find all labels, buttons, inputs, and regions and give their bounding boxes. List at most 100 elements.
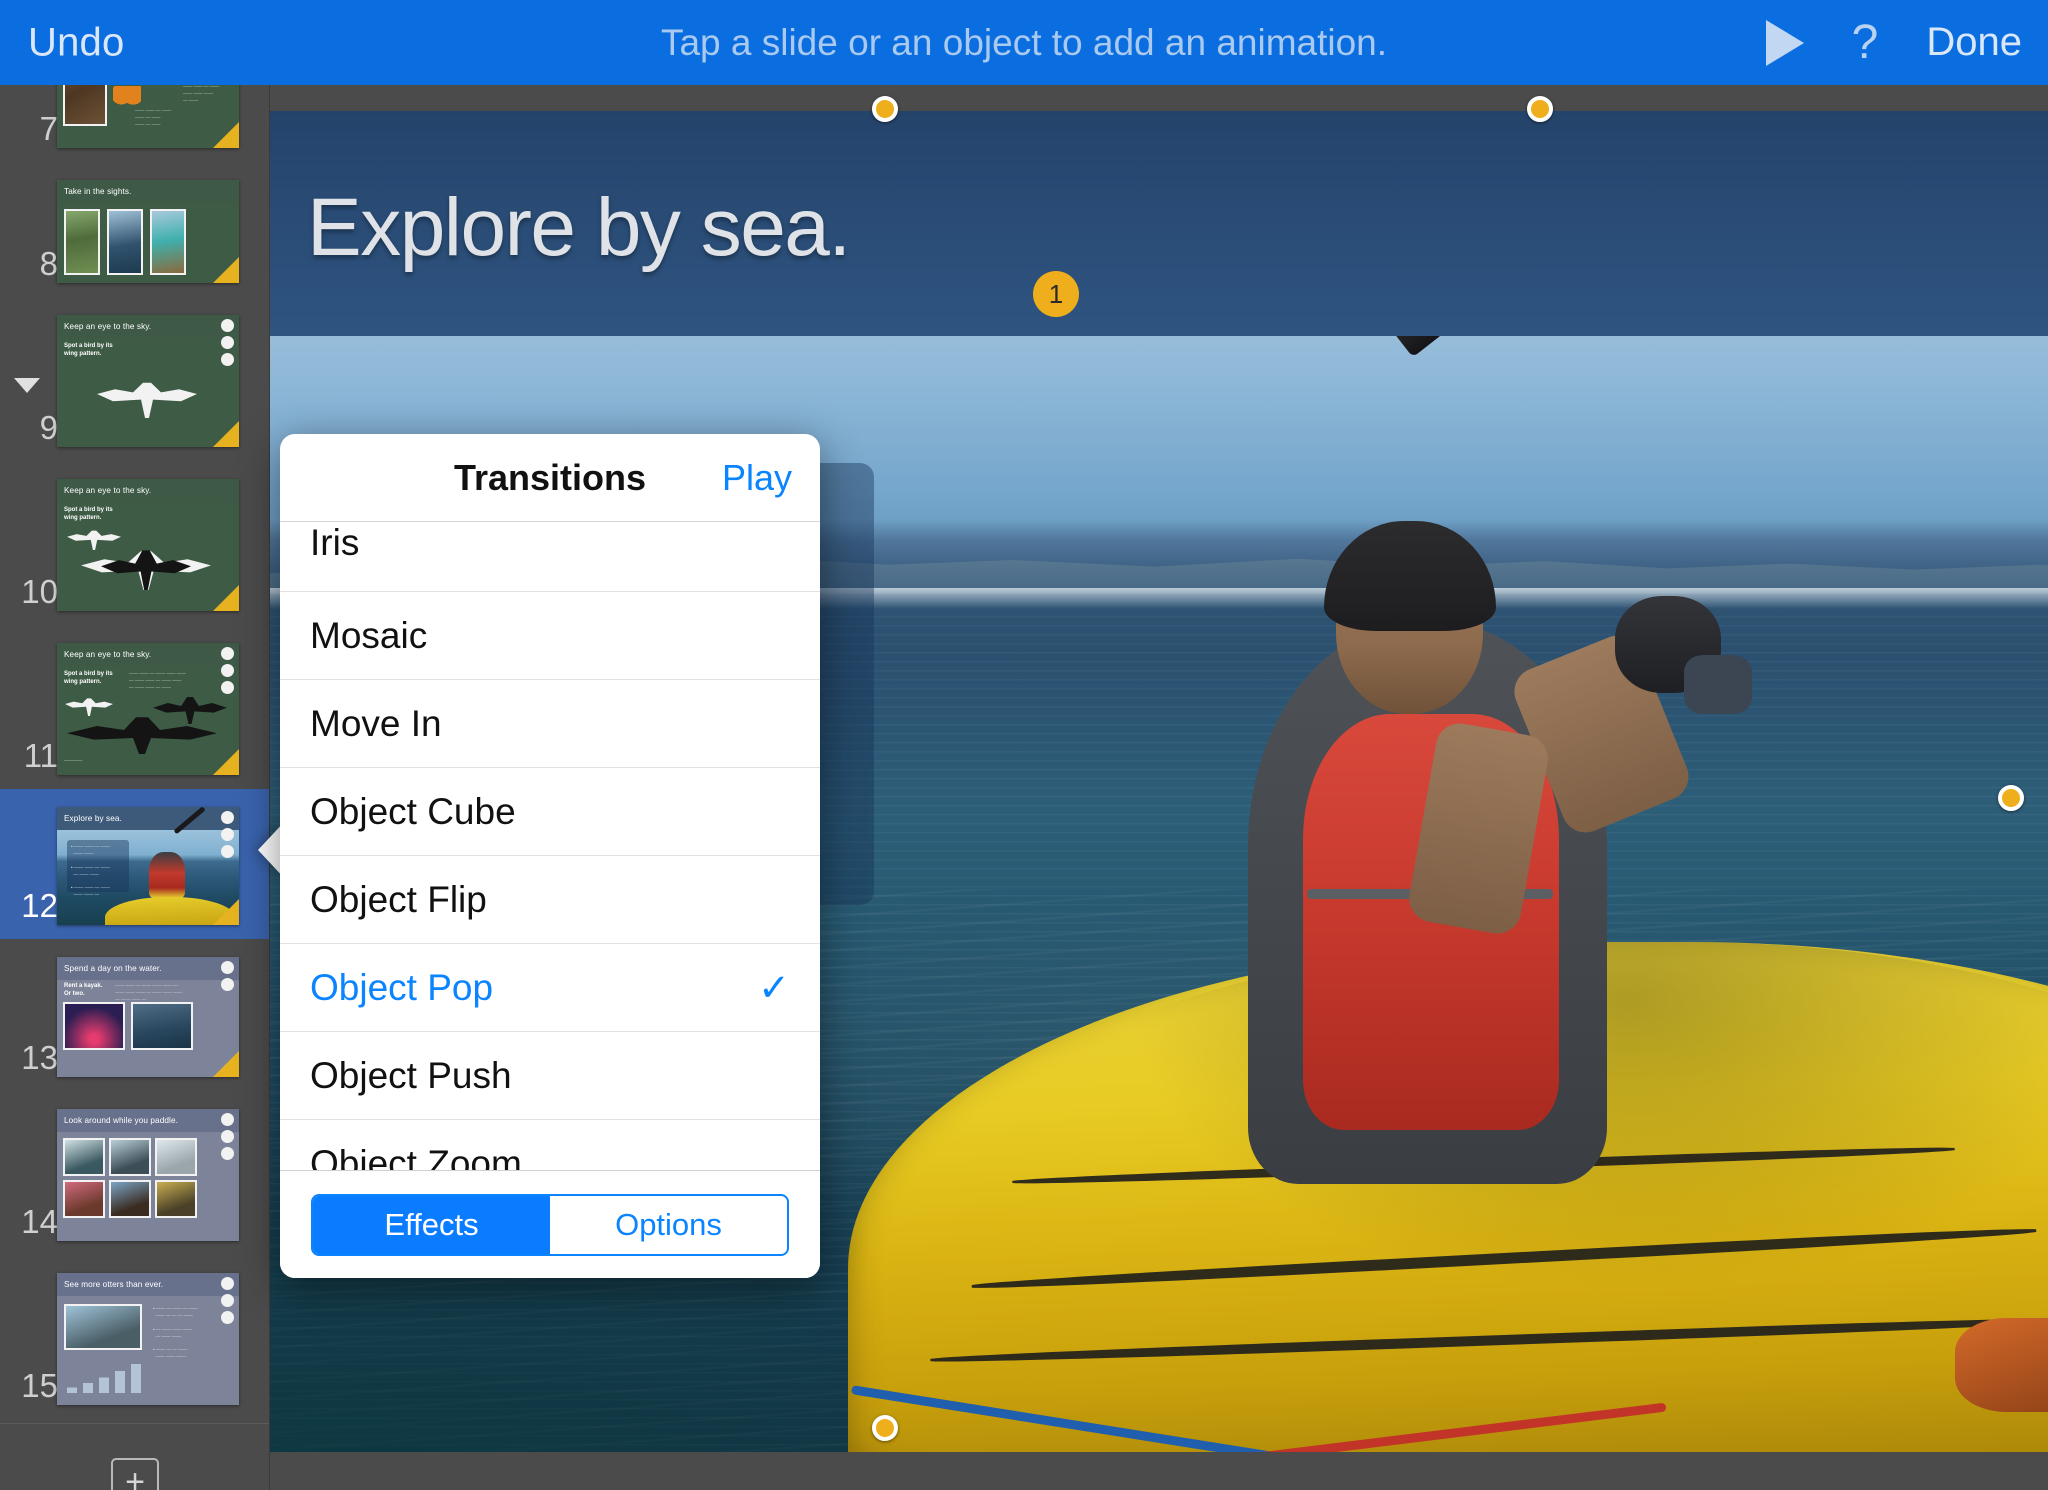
selection-handle-middle-right[interactable] — [1998, 785, 2024, 811]
thumb-body: —— — — — —— — — —— —— — — — —— —— — — — —— — — — — … — [57, 85, 239, 148]
slide-thumbnail[interactable]: Take in the sights. — [57, 180, 239, 283]
popover-footer: Effects Options — [280, 1170, 820, 1278]
list-item[interactable]: 14 Look around while you paddle. — [0, 1091, 269, 1255]
slide-thumbnail[interactable]: Explore by sea. • —— —— — —— —— —— • —— —… — [57, 807, 239, 925]
transitions-popover[interactable]: Transitions Play Iris Mosaic Move In Obj… — [280, 434, 820, 1278]
selection-handle-top-right[interactable] — [1527, 96, 1553, 122]
transition-item-object-zoom[interactable]: Object Zoom — [280, 1120, 820, 1171]
thumb-image — [107, 209, 143, 275]
transition-item-move-in[interactable]: Move In — [280, 680, 820, 768]
thumb-body: Spot a bird by its wing pattern. —— —— —… — [57, 666, 239, 775]
tab-effects[interactable]: Effects — [313, 1195, 550, 1254]
toolbar-right-group: ? Done — [1765, 18, 2022, 67]
checkmark-icon: ✓ — [758, 967, 790, 1009]
transitions-list[interactable]: Iris Mosaic Move In Object Cube Object F… — [280, 522, 820, 1170]
transition-item-mosaic[interactable]: Mosaic — [280, 592, 820, 680]
thumb-paragraph: • —— — —— — —— —— — — — —— • — —— —— —— —… — [153, 1306, 198, 1360]
transition-label: Iris — [310, 522, 360, 563]
transition-item-object-flip[interactable]: Object Flip — [280, 856, 820, 944]
slide-thumbnail[interactable]: Keep an eye to the sky. Spot a bird by i… — [57, 643, 239, 775]
list-item[interactable]: 11 Keep an eye to the sky. Spot a bird b… — [0, 625, 269, 789]
bird-silhouette-icon — [67, 530, 121, 550]
effects-options-segmented-control[interactable]: Effects Options — [311, 1193, 789, 1256]
toolbar-hint-text: Tap a slide or an object to add an anima… — [660, 21, 1388, 63]
list-item[interactable]: 7 —— — — — —— — — —— —— — — — —— —— — — — —— — — —… — [0, 85, 269, 162]
slide-number: 15 — [21, 1367, 58, 1404]
tab-options[interactable]: Options — [550, 1196, 787, 1254]
list-item[interactable]: 15 See more otters than ever. • —— — —— … — [0, 1255, 269, 1419]
thumb-paragraph: —— —— — —— —— —— — —— —— — —— —— — —— —— —… — [129, 671, 186, 690]
selection-handle-top-center[interactable] — [872, 96, 898, 122]
thumb-title: See more otters than ever. — [64, 1280, 164, 1289]
corner-fold-icon — [213, 257, 239, 283]
slide-number: 7 — [39, 110, 58, 147]
slide-thumbnail[interactable]: —— — — — —— — — —— —— — — — —— —— — — — —— — — — — … — [57, 85, 239, 148]
thumb-title: Keep an eye to the sky. — [64, 650, 152, 659]
slide-thumbnail[interactable]: Keep an eye to the sky. Spot a bird by i… — [57, 315, 239, 447]
transition-label: Object Push — [310, 1054, 512, 1096]
popover-title: Transitions — [453, 456, 647, 498]
slide-title[interactable]: Explore by sea. — [307, 181, 851, 275]
bird-silhouette-dark-icon — [153, 697, 227, 724]
slide-navigator[interactable]: 7 —— — — — —— — — —— —— — — — —— —— — — — —— — — —… — [0, 85, 270, 1490]
thumb-image — [64, 1304, 142, 1350]
thumb-subtitle: Spot a bird by its wing pattern. — [64, 671, 113, 686]
thumb-body: • —— — —— — —— —— — — — —— • — —— —— —— —… — [57, 1296, 239, 1405]
bird-silhouette-dark-icon — [101, 550, 191, 590]
corner-fold-icon — [213, 1051, 239, 1077]
thumb-image — [155, 1138, 197, 1176]
thumb-body — [57, 203, 239, 283]
slide-number: 14 — [21, 1203, 58, 1240]
thumb-body: • —— —— — —— —— —— • —— —— — —— — —— —— • … — [57, 807, 239, 925]
slide-thumbnail[interactable]: Keep an eye to the sky. Spot a bird by i… — [57, 479, 239, 611]
transition-item-iris[interactable]: Iris — [280, 522, 820, 592]
corner-fold-icon — [213, 585, 239, 611]
slide-number: 13 — [21, 1039, 58, 1076]
thumb-paragraph: • —— —— — —— —— —— • —— —— — —— — —— —— • … — [71, 844, 110, 898]
list-item-selected[interactable]: 12 Explore by sea. • —— —— — —— —— —— • —… — [0, 789, 269, 939]
transition-item-object-cube[interactable]: Object Cube — [280, 768, 820, 856]
slide-number: 11 — [23, 737, 58, 774]
thumb-image — [64, 209, 100, 275]
build-order-dots — [221, 1113, 234, 1160]
list-item[interactable]: 13 Spend a day on the water. Rent a kaya… — [0, 939, 269, 1091]
add-slide-area: + — [0, 1423, 269, 1490]
transition-item-object-pop[interactable]: Object Pop ✓ — [280, 944, 820, 1032]
transition-label: Move In — [310, 702, 442, 744]
question-mark-icon[interactable]: ? — [1852, 18, 1879, 67]
slide-thumbnail[interactable]: Spend a day on the water. Rent a kayak. … — [57, 957, 239, 1077]
play-triangle-icon[interactable] — [1765, 19, 1804, 66]
build-order-badge[interactable]: 1 — [1033, 271, 1079, 317]
bar-chart-icon — [67, 1363, 141, 1393]
thumb-image — [109, 1138, 151, 1176]
slide-thumbnail[interactable]: Look around while you paddle. — [57, 1109, 239, 1241]
build-order-dots — [221, 319, 234, 366]
thumb-title: Spend a day on the water. — [64, 964, 162, 973]
slide-number: 10 — [21, 573, 58, 610]
list-item[interactable]: 8 Take in the sights. — [0, 162, 269, 297]
slide-thumbnail[interactable]: See more otters than ever. • —— — —— — —… — [57, 1273, 239, 1405]
selection-handle-bottom-center[interactable] — [872, 1415, 898, 1441]
thumb-image — [109, 1180, 151, 1218]
thumb-image — [155, 1180, 197, 1218]
thumb-title: Keep an eye to the sky. — [64, 486, 152, 495]
slide-number: 8 — [39, 245, 58, 282]
corner-fold-icon — [213, 421, 239, 447]
add-slide-button[interactable]: + — [111, 1458, 159, 1490]
keynote-animation-editor: Undo Tap a slide or an object to add an … — [0, 0, 2048, 1490]
transition-item-object-push[interactable]: Object Push — [280, 1032, 820, 1120]
butterfly-icon — [113, 86, 141, 106]
popover-play-button[interactable]: Play — [722, 457, 792, 499]
thumb-body: Spot a bird by its wing pattern. — [57, 338, 239, 447]
collapse-triangle-icon[interactable] — [14, 378, 40, 393]
transition-label: Object Pop — [310, 966, 494, 1008]
top-toolbar: Undo Tap a slide or an object to add an … — [0, 0, 2048, 85]
thumb-title: Take in the sights. — [64, 187, 132, 196]
popover-header: Transitions Play — [280, 434, 820, 522]
done-button[interactable]: Done — [1926, 20, 2022, 65]
list-item[interactable]: 10 Keep an eye to the sky. Spot a bird b… — [0, 461, 269, 625]
thumb-body — [57, 1132, 239, 1241]
thumb-body: Spot a bird by its wing pattern. — [57, 502, 239, 611]
thumb-image — [63, 1180, 105, 1218]
list-item[interactable]: 9 Keep an eye to the sky. Spot a bird by… — [0, 297, 269, 461]
